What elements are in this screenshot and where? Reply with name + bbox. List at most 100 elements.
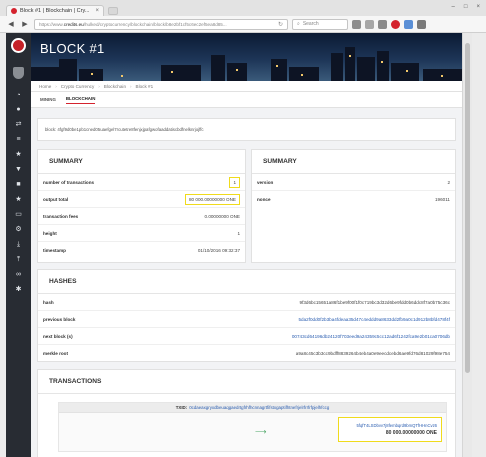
close-window-button[interactable]: × bbox=[476, 4, 480, 10]
url-domain: credits.eu bbox=[63, 21, 84, 27]
minimize-button[interactable]: – bbox=[452, 4, 455, 10]
site-logo[interactable] bbox=[11, 38, 26, 53]
transactions-card: TRANSACTIONS TXID: 0cdaeaxgryxdbeuaqgaed… bbox=[37, 369, 456, 457]
window-edge bbox=[472, 33, 486, 457]
link-icon[interactable]: ∞ bbox=[13, 270, 24, 279]
breadcrumb-blockchain[interactable]: Blockchain bbox=[104, 84, 126, 89]
row-value: 2 bbox=[447, 179, 450, 185]
reload-icon[interactable]: ↻ bbox=[275, 21, 283, 28]
gear-icon[interactable]: ⚙ bbox=[13, 225, 24, 234]
row-next-block: next block (s) 00743cd64196db24120f703ee… bbox=[38, 328, 455, 345]
summary-left-card: SUMMARY number of transactions 1 output … bbox=[37, 149, 246, 263]
url-prefix: https://www. bbox=[39, 21, 64, 27]
scrollbar-thumb[interactable] bbox=[465, 43, 470, 373]
breadcrumb-crypto[interactable]: Crypto Currency bbox=[61, 84, 94, 89]
row-label: merkle root bbox=[43, 351, 69, 356]
forward-arrow-icon[interactable]: ▶ bbox=[20, 20, 30, 28]
row-value: 1 bbox=[237, 230, 240, 236]
browser-tab[interactable]: Block #1 | Blockchain | Cry... × bbox=[6, 5, 104, 16]
block-hash-line: block: 4fgf9d0be1pb1cned05uaefgel7rcutet… bbox=[37, 118, 456, 141]
breadcrumb: Home › Crypto Currency › Blockchain › Block… bbox=[31, 81, 462, 92]
hash-value: 9f3d6bc15651a86f1be9f00f1f0c719bc3d32d6b… bbox=[299, 299, 450, 305]
row-label: transaction fees bbox=[43, 213, 79, 219]
row-version: version 2 bbox=[252, 174, 455, 191]
row-label: next block (s) bbox=[43, 333, 73, 339]
next-block-link[interactable]: 00743cd64196db24120f703eed9a24359c5cc12a… bbox=[292, 334, 450, 339]
section-tabs: MINING BLOCKCHAIN bbox=[31, 92, 462, 108]
merkle-value: a9a8c45c3b3cc9bdff8839264b4eb4a0e9eecdce… bbox=[295, 351, 450, 356]
back-arrow-icon[interactable]: ◀ bbox=[6, 20, 16, 28]
reading-list-icon[interactable] bbox=[352, 19, 361, 29]
window-controls: – □ × bbox=[452, 4, 480, 10]
hashes-title: HASHES bbox=[38, 270, 455, 294]
arrows-icon[interactable]: ⇄ bbox=[13, 120, 24, 129]
breadcrumb-home[interactable]: Home bbox=[39, 84, 51, 89]
output-box: 5fqfT4LSDbvv7j8fembqrd9bmQTfHHnCvz6 80 0… bbox=[338, 417, 442, 442]
extension2-icon[interactable] bbox=[404, 19, 413, 29]
download-icon[interactable] bbox=[378, 19, 387, 29]
history-icon[interactable]: ◔ bbox=[13, 91, 24, 100]
extension-icon[interactable] bbox=[391, 19, 400, 29]
cart-icon[interactable]: ▼ bbox=[13, 165, 24, 174]
output-amount: 80 000.00000000 ONE bbox=[385, 430, 437, 436]
browser-chrome: Block #1 | Blockchain | Cry... × – □ × ◀… bbox=[0, 0, 486, 33]
page-title: BLOCK #1 bbox=[40, 41, 105, 56]
tab-blockchain[interactable]: BLOCKCHAIN bbox=[65, 96, 96, 104]
document-icon[interactable]: ▭ bbox=[13, 210, 24, 219]
output-address-link[interactable]: 5fqfT4LSDbvv7j8fembqrd9bmQTfHHnCvz6 bbox=[356, 423, 437, 428]
upload-icon[interactable]: ⤒ bbox=[13, 255, 24, 264]
row-timestamp: timestamp 01/10/2016 09:32:37 bbox=[38, 242, 245, 259]
row-label: nonce bbox=[257, 197, 271, 202]
shield-icon bbox=[13, 67, 24, 79]
tab-title: Block #1 | Blockchain | Cry... bbox=[20, 8, 90, 14]
search-box[interactable]: ⌕ Search bbox=[292, 18, 348, 30]
row-label: version bbox=[257, 179, 274, 185]
scrollbar[interactable] bbox=[462, 33, 472, 457]
tab-close-icon[interactable]: × bbox=[95, 8, 99, 14]
main-content: BLOCK #1 Home › Crypto Currency › Blockcha… bbox=[31, 33, 462, 457]
txid-bar: TXID: 0cdaeaxgryxdbeuaqgaedrtgfrhfhcnnag… bbox=[59, 403, 446, 413]
sidebar: ◔ ● ⇄ ≡ ★ ▼ ■ ★ ▭ ⚙ ⤓ ⤒ ∞ ✱ bbox=[6, 33, 31, 457]
user-icon[interactable]: ● bbox=[13, 105, 24, 114]
row-transaction-fees: transaction fees 0.00000000 ONE bbox=[38, 208, 245, 225]
navigation-bar: ◀ ▶ https://www. credits.eu /hulked/cryp… bbox=[0, 16, 486, 33]
summary-right-title: SUMMARY bbox=[252, 150, 455, 174]
star-icon[interactable]: ★ bbox=[13, 195, 24, 204]
settings-icon[interactable]: ✱ bbox=[13, 285, 24, 294]
row-label: hash bbox=[43, 299, 54, 305]
arrow-right-icon: ⟶ bbox=[255, 427, 267, 436]
breadcrumb-block: Block #1 bbox=[135, 83, 154, 89]
search-icon: ⌕ bbox=[297, 21, 300, 27]
transactions-title: TRANSACTIONS bbox=[38, 370, 455, 394]
menu-icon[interactable] bbox=[417, 19, 426, 29]
row-value-highlighted: 80 000.00000000 ONE bbox=[185, 193, 240, 205]
wallet-icon[interactable]: ■ bbox=[13, 180, 24, 189]
favicon-icon bbox=[11, 8, 17, 14]
summary-left-title: SUMMARY bbox=[38, 150, 245, 174]
row-output-total: output total 80 000.00000000 ONE bbox=[38, 191, 245, 208]
previous-block-link[interactable]: 5da2f0dd0f2b3ba4fdeaa35d47c4eddd9a8633dd… bbox=[299, 317, 451, 322]
row-merkle-root: merkle root a9a8c45c3b3cc9bdff8839264b4e… bbox=[38, 345, 455, 362]
new-tab-button[interactable] bbox=[108, 7, 118, 15]
row-nonce: nonce 196011 bbox=[252, 191, 455, 208]
address-bar[interactable]: https://www. credits.eu /hulked/cryptocu… bbox=[34, 18, 288, 30]
row-hash: hash 9f3d6bc15651a86f1be9f00f1f0c719bc3d… bbox=[38, 294, 455, 311]
search-placeholder: Search bbox=[302, 21, 319, 27]
row-label: previous block bbox=[43, 316, 76, 322]
row-value: 0.00000000 ONE bbox=[204, 213, 240, 219]
row-label: number of transactions bbox=[43, 179, 95, 185]
txid-label: TXID: bbox=[175, 405, 188, 410]
row-value: 196011 bbox=[435, 197, 450, 202]
download-icon[interactable]: ⤓ bbox=[13, 240, 24, 249]
row-value: 01/10/2016 09:32:37 bbox=[197, 248, 240, 253]
star-icon[interactable] bbox=[365, 19, 374, 29]
list-icon[interactable]: ≡ bbox=[13, 135, 24, 144]
maximize-button[interactable]: □ bbox=[464, 4, 468, 10]
row-label: output total bbox=[43, 196, 69, 202]
txid-link[interactable]: 0cdaeaxgryxdbeuaqgaedrtgfrhfhcnnagrtfifs… bbox=[189, 405, 329, 410]
transaction-item: TXID: 0cdaeaxgryxdbeuaqgaedrtgfrhfhcnnag… bbox=[58, 402, 447, 452]
row-number-of-transactions: number of transactions 1 bbox=[38, 174, 245, 191]
tab-mining[interactable]: MINING bbox=[40, 97, 56, 102]
star-icon[interactable]: ★ bbox=[13, 150, 24, 159]
row-previous-block: previous block 5da2f0dd0f2b3ba4fdeaa35d4… bbox=[38, 311, 455, 328]
